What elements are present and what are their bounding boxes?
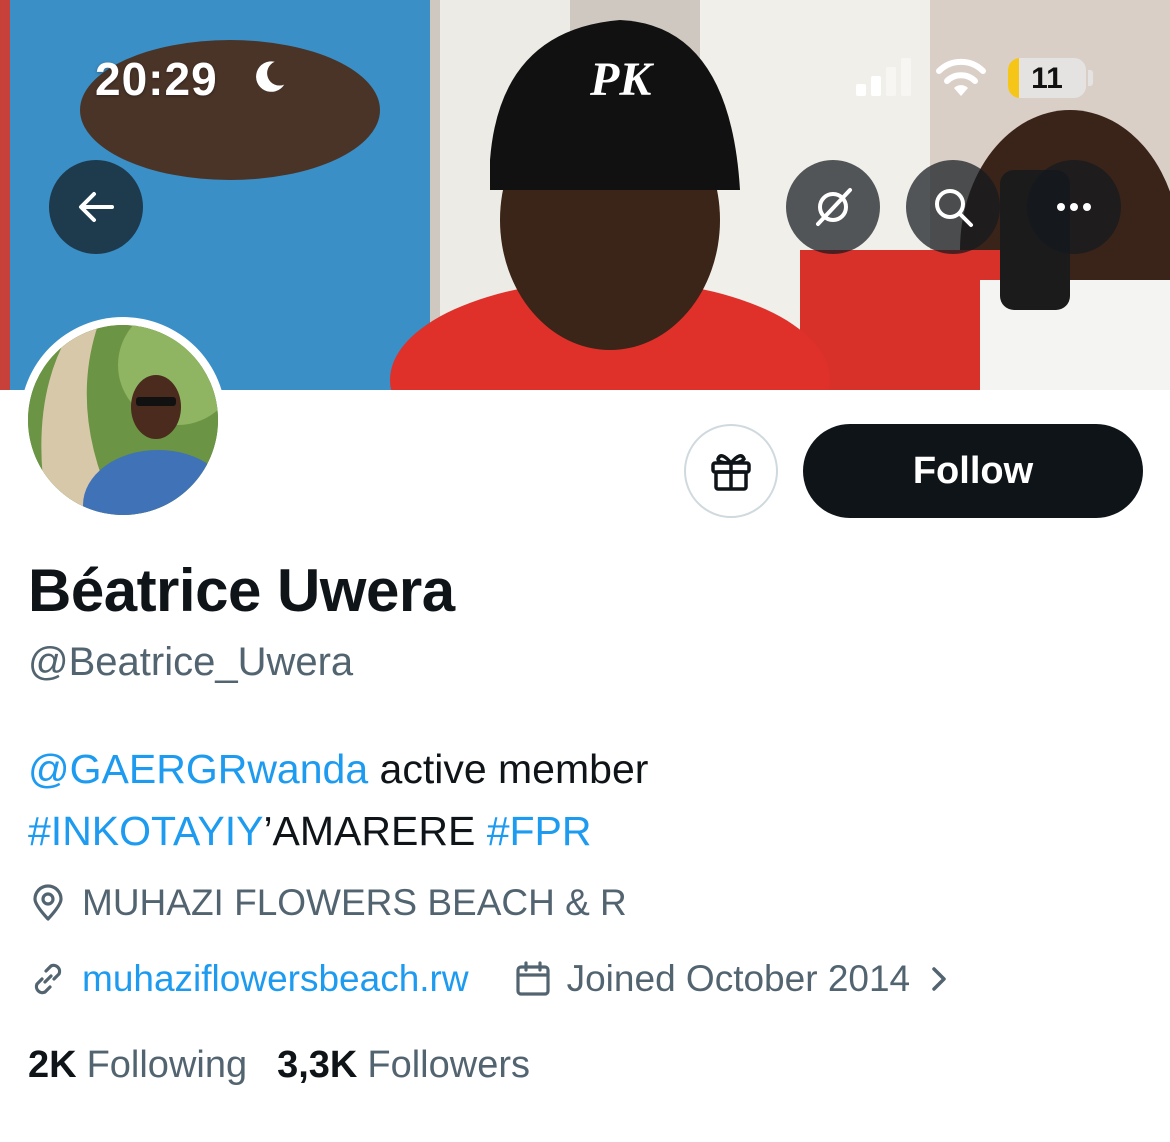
search-button[interactable]	[906, 160, 1000, 254]
website-link[interactable]: muhaziflowersbeach.rw	[82, 958, 469, 1000]
followers-label: Followers	[367, 1044, 530, 1086]
wifi-icon	[936, 58, 986, 96]
bio-text: ’AMARERE	[263, 808, 487, 854]
location-pin-icon	[33, 884, 63, 921]
follow-button[interactable]: Follow	[803, 424, 1143, 518]
more-icon	[1057, 203, 1091, 211]
joined-date-text: Joined October 2014	[566, 958, 911, 999]
bio-mention-link[interactable]: @GAERGRwanda	[28, 746, 368, 792]
display-name: Béatrice Uwera	[28, 557, 455, 624]
link-icon	[34, 963, 62, 995]
grok-button[interactable]	[786, 160, 880, 254]
location-text: MUHAZI FLOWERS BEACH & R	[82, 882, 627, 923]
grok-icon	[816, 188, 852, 226]
username-handle: @Beatrice_Uwera	[28, 640, 354, 684]
gift-icon	[711, 454, 751, 491]
chevron-right-icon	[932, 967, 946, 991]
bio-hashtag-link[interactable]: #INKOTAYIY	[28, 808, 263, 854]
gift-button[interactable]	[684, 424, 778, 518]
search-icon	[935, 189, 973, 227]
status-bar: 20:29 11	[0, 0, 1170, 150]
back-arrow-icon	[79, 192, 114, 222]
bio-text: active member	[368, 746, 649, 792]
avatar-photo	[28, 325, 218, 515]
followers-stat[interactable]: 3,3K Followers	[277, 1044, 530, 1087]
following-count: 2K	[28, 1044, 77, 1086]
following-label: Following	[86, 1044, 248, 1086]
cellular-signal-icon	[856, 58, 911, 96]
bio-hashtag-link[interactable]: #FPR	[487, 808, 592, 854]
follow-stats: 2K Following 3,3K Followers	[28, 1044, 530, 1087]
profile-bio: @GAERGRwanda active member #INKOTAYIY’AM…	[28, 738, 1128, 862]
following-stat[interactable]: 2K Following	[28, 1044, 247, 1087]
battery-icon: 11	[1008, 58, 1086, 98]
profile-location: MUHAZI FLOWERS BEACH & R	[28, 882, 627, 924]
more-button[interactable]	[1027, 160, 1121, 254]
avatar[interactable]	[28, 325, 218, 515]
status-time: 20:29	[95, 53, 218, 105]
joined-date-button[interactable]: Joined October 2014	[513, 958, 969, 1000]
calendar-icon	[516, 961, 550, 996]
back-button[interactable]	[49, 160, 143, 254]
battery-tip	[1088, 70, 1093, 86]
followers-count: 3,3K	[277, 1044, 358, 1086]
profile-meta-row: muhaziflowersbeach.rw Joined October 201…	[28, 958, 968, 1000]
battery-percent: 11	[1031, 62, 1063, 95]
moon-icon	[256, 61, 285, 92]
